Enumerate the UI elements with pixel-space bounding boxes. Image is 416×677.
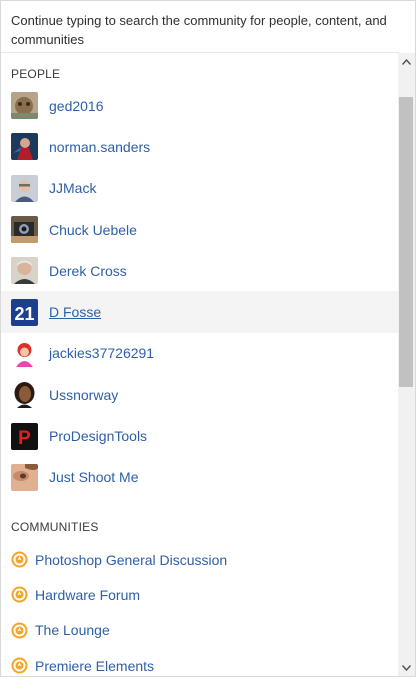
avatar bbox=[11, 463, 38, 491]
person-name: JJMack bbox=[49, 180, 97, 197]
community-icon bbox=[11, 657, 28, 674]
person-name: D Fosse bbox=[49, 304, 102, 321]
person-name: Just Shoot Me bbox=[49, 469, 139, 486]
person-item[interactable]: jackies37726291 bbox=[1, 333, 399, 374]
avatar bbox=[11, 381, 38, 409]
search-hint-text: Continue typing to search the community … bbox=[11, 13, 387, 47]
person-item[interactable]: norman.sanders bbox=[1, 126, 399, 167]
divider bbox=[1, 52, 399, 53]
person-item[interactable]: Just Shoot Me bbox=[1, 457, 399, 498]
person-item[interactable]: P ProDesignTools bbox=[1, 415, 399, 456]
avatar bbox=[11, 133, 38, 161]
community-name: Premiere Elements bbox=[35, 657, 155, 674]
avatar bbox=[11, 174, 38, 202]
community-item[interactable]: The Lounge bbox=[1, 613, 399, 648]
avatar: 21 bbox=[11, 298, 38, 326]
chevron-up-icon[interactable] bbox=[398, 53, 415, 70]
avatar: P bbox=[11, 422, 38, 450]
svg-text:P: P bbox=[18, 428, 31, 449]
community-name: The Lounge bbox=[35, 622, 110, 639]
community-name: Hardware Forum bbox=[35, 586, 141, 603]
person-name: ged2016 bbox=[49, 97, 104, 114]
person-item[interactable]: Chuck Uebele bbox=[1, 209, 399, 250]
scrollbar-thumb[interactable] bbox=[399, 97, 413, 387]
community-item[interactable]: Photoshop General Discussion bbox=[1, 542, 399, 577]
person-item[interactable]: ged2016 bbox=[1, 85, 399, 126]
search-dropdown: Continue typing to search the community … bbox=[0, 0, 416, 677]
person-item[interactable]: Ussnorway bbox=[1, 374, 399, 415]
person-name: jackies37726291 bbox=[49, 345, 155, 362]
svg-text:21: 21 bbox=[14, 304, 34, 324]
person-name: norman.sanders bbox=[49, 138, 151, 155]
community-name: Photoshop General Discussion bbox=[35, 551, 228, 568]
avatar bbox=[11, 216, 38, 244]
person-item[interactable]: 21 D Fosse bbox=[1, 291, 399, 333]
community-icon bbox=[11, 586, 28, 603]
people-section-title: PEOPLE bbox=[11, 67, 61, 81]
avatar bbox=[11, 339, 38, 367]
person-name: ProDesignTools bbox=[49, 428, 148, 445]
communities-section-title: COMMUNITIES bbox=[11, 520, 99, 534]
person-name: Ussnorway bbox=[49, 386, 119, 403]
vertical-scrollbar[interactable] bbox=[398, 53, 415, 676]
person-item[interactable]: Derek Cross bbox=[1, 250, 399, 291]
chevron-down-icon[interactable] bbox=[398, 659, 415, 676]
community-item[interactable]: Premiere Elements bbox=[1, 648, 399, 676]
person-name: Chuck Uebele bbox=[49, 221, 137, 238]
person-name: Derek Cross bbox=[49, 262, 127, 279]
community-icon bbox=[11, 622, 28, 639]
avatar bbox=[11, 257, 38, 285]
community-icon bbox=[11, 551, 28, 568]
person-item[interactable]: JJMack bbox=[1, 168, 399, 209]
communities-list: Photoshop General Discussion Hardware Fo… bbox=[1, 542, 399, 676]
people-list: ged2016 norman.sanders JJMack Chuck Uebe… bbox=[1, 85, 399, 498]
avatar bbox=[11, 92, 38, 120]
community-item[interactable]: Hardware Forum bbox=[1, 577, 399, 612]
